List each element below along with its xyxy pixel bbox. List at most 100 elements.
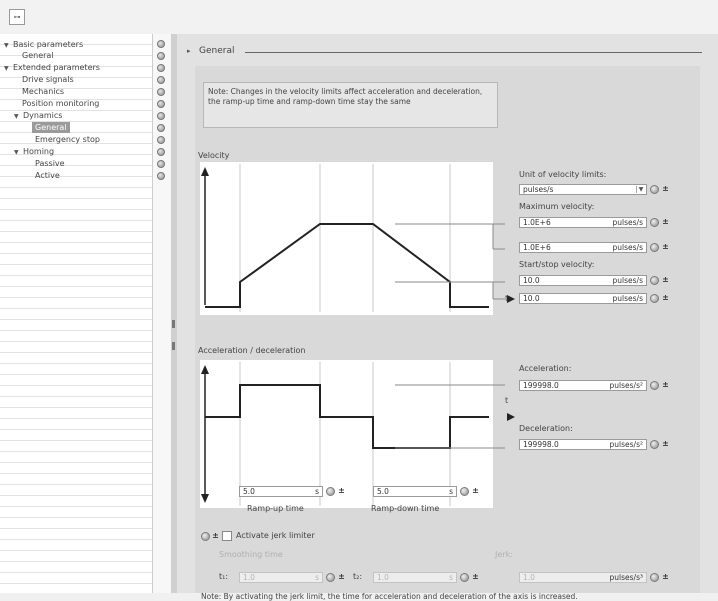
acceleration-label: Acceleration: — [519, 364, 572, 373]
smoothing-time-label: Smoothing time — [219, 550, 283, 559]
status-ok-icon — [157, 148, 165, 156]
nav-item-extended-parameters[interactable]: ▼ Extended parameters — [4, 62, 100, 73]
expand-arrow-icon: ▼ — [14, 149, 19, 156]
plus-minus-icon[interactable]: ± — [471, 572, 480, 582]
deceleration-value: 199998.0 — [523, 440, 559, 449]
jerk-label: Jerk: — [495, 550, 513, 559]
max-velocity-field-1[interactable]: 1.0E+6 pulses/s — [519, 217, 647, 228]
acceleration-field[interactable]: 199998.0 pulses/s² — [519, 380, 647, 391]
status-ball-icon — [650, 243, 659, 252]
jerk-unit: pulses/s³ — [609, 573, 643, 582]
acceleration-graph-label: Acceleration / deceleration — [198, 346, 306, 355]
status-ball-icon — [650, 573, 659, 582]
ramp-down-label: Ramp-down time — [371, 504, 440, 513]
nav-item-position-monitoring[interactable]: Position monitoring — [22, 98, 99, 109]
plus-minus-icon[interactable]: ± — [337, 572, 346, 582]
status-ball-icon — [326, 573, 335, 582]
t2-value: 1.0 — [377, 573, 389, 582]
status-ball-icon — [650, 276, 659, 285]
nav-item-dynamics[interactable]: ▼ Dynamics — [14, 110, 62, 121]
startstop-velocity-unit-1: pulses/s — [612, 276, 643, 285]
nav-item-mechanics[interactable]: Mechanics — [22, 86, 64, 97]
startstop-velocity-field-1[interactable]: 10.0 pulses/s — [519, 275, 647, 286]
status-ball-icon — [650, 294, 659, 303]
plus-minus-icon[interactable]: ± — [661, 439, 670, 449]
status-ok-icon — [157, 124, 165, 132]
nav-item-passive[interactable]: Passive — [35, 158, 65, 169]
main-content: ▸ General Note: Changes in the velocity … — [177, 34, 718, 601]
status-ball-icon — [650, 381, 659, 390]
section-header[interactable]: ▸ General — [187, 44, 702, 60]
nav-item-drive-signals[interactable]: Drive signals — [22, 74, 74, 85]
plus-minus-icon[interactable]: ± — [471, 486, 480, 496]
startstop-velocity-value-1: 10.0 — [523, 276, 540, 285]
status-ok-icon — [157, 88, 165, 96]
plus-minus-icon[interactable]: ± — [661, 380, 670, 390]
expand-arrow-icon: ▼ — [14, 113, 19, 120]
status-ok-icon — [157, 112, 165, 120]
nav-item-active[interactable]: Active — [35, 170, 60, 181]
jerk-field[interactable]: 1.0 pulses/s³ — [519, 572, 647, 583]
startstop-velocity-label: Start/stop velocity: — [519, 260, 595, 269]
plus-minus-icon[interactable]: ± — [661, 275, 670, 285]
ramp-up-time-field[interactable]: 5.0 s — [239, 486, 323, 497]
status-ok-icon — [157, 136, 165, 144]
unit-velocity-select[interactable]: pulses/s ▼ — [519, 184, 647, 195]
jerk-limiter-label: Activate jerk limiter — [236, 531, 315, 540]
status-ok-icon — [157, 64, 165, 72]
deceleration-field[interactable]: 199998.0 pulses/s² — [519, 439, 647, 450]
max-velocity-field-2[interactable]: 1.0E+6 pulses/s — [519, 242, 647, 253]
velocity-graph-label: Velocity — [198, 151, 230, 160]
chevron-down-icon[interactable]: ▼ — [636, 186, 645, 193]
nav-item-basic-general[interactable]: General — [22, 50, 54, 61]
chevron-right-icon: ▸ — [187, 47, 191, 55]
plus-minus-icon[interactable]: ± — [661, 217, 670, 227]
deceleration-label: Deceleration: — [519, 424, 573, 433]
expand-arrow-icon: ▼ — [4, 42, 9, 49]
ramp-up-value: 5.0 — [243, 487, 255, 496]
nav-item-emergency-stop[interactable]: Emergency stop — [35, 134, 100, 145]
plus-minus-icon[interactable]: ± — [661, 572, 670, 582]
toolbar: ⊶ — [0, 0, 718, 34]
ramp-up-unit: s — [315, 487, 319, 496]
jerk-value: 1.0 — [523, 573, 535, 582]
network-icon[interactable]: ⊶ — [9, 9, 25, 25]
plus-minus-icon[interactable]: ± — [211, 531, 220, 541]
nav-item-dynamics-general[interactable]: General — [32, 122, 70, 133]
t-axis-arrow-icon — [507, 413, 515, 421]
jerk-limiter-checkbox[interactable] — [222, 531, 232, 541]
t2-label: t₂: — [353, 572, 363, 581]
t2-unit: s — [449, 573, 453, 582]
t1-field[interactable]: 1.0 s — [239, 572, 323, 583]
acceleration-t-axis-label: t — [505, 396, 509, 405]
section-divider — [245, 52, 702, 53]
startstop-velocity-value-2: 10.0 — [523, 294, 540, 303]
splitter-grip-icon — [172, 342, 175, 350]
status-ball-icon — [326, 487, 335, 496]
acceleration-value: 199998.0 — [523, 381, 559, 390]
plus-minus-icon[interactable]: ± — [661, 184, 670, 194]
y-axis-arrow-icon — [201, 167, 209, 176]
startstop-velocity-field-2[interactable]: 10.0 pulses/s — [519, 293, 647, 304]
status-ok-icon — [157, 100, 165, 108]
nav-item-basic-parameters[interactable]: ▼ Basic parameters — [4, 39, 83, 50]
acceleration-unit: pulses/s² — [609, 381, 643, 390]
t2-field[interactable]: 1.0 s — [373, 572, 457, 583]
splitter-grip-icon — [172, 320, 175, 328]
velocity-lead-lines — [395, 223, 515, 303]
dynamics-panel: Note: Changes in the velocity limits aff… — [195, 66, 700, 601]
plus-minus-icon[interactable]: ± — [661, 293, 670, 303]
note-jerk-limit: Note: By activating the jerk limit, the … — [201, 592, 578, 601]
ramp-down-time-field[interactable]: 5.0 s — [373, 486, 457, 497]
max-velocity-value-1: 1.0E+6 — [523, 218, 551, 227]
status-ok-icon — [157, 40, 165, 48]
y-axis-arrow-icon — [201, 365, 209, 374]
max-velocity-value-2: 1.0E+6 — [523, 243, 551, 252]
nav-item-homing[interactable]: ▼ Homing — [14, 146, 54, 157]
unit-velocity-limits-label: Unit of velocity limits: — [519, 170, 607, 179]
t1-value: 1.0 — [243, 573, 255, 582]
y-axis-down-arrow-icon — [201, 494, 209, 503]
plus-minus-icon[interactable]: ± — [337, 486, 346, 496]
status-ball-icon — [201, 532, 210, 541]
plus-minus-icon[interactable]: ± — [661, 242, 670, 252]
